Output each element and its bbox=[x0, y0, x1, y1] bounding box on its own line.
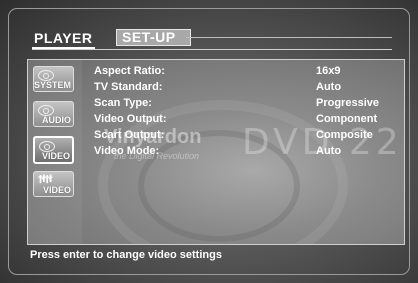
setting-row-scan-type[interactable]: Scan Type: Progressive bbox=[94, 97, 394, 112]
tab-underline bbox=[32, 49, 392, 50]
setting-row-scart-output[interactable]: Scart Output: Composite bbox=[94, 129, 394, 144]
screen: PLAYER SET-UP Vinyardon DVD 22 the Digit… bbox=[0, 0, 418, 283]
sidebar-item-system[interactable]: SYSTEM bbox=[33, 66, 74, 92]
sidebar-item-audio[interactable]: AUDIO bbox=[33, 101, 74, 127]
setting-label: TV Standard: bbox=[94, 81, 163, 93]
status-message: Press enter to change video settings bbox=[30, 249, 222, 261]
sidebar-item-label: AUDIO bbox=[42, 115, 71, 125]
setting-label: Video Mode: bbox=[94, 145, 160, 157]
sidebar-item-label: VIDEO bbox=[42, 185, 71, 195]
setting-label: Scan Type: bbox=[94, 97, 152, 109]
setting-value: Progressive bbox=[316, 97, 379, 109]
equalizer-icon: †ł†ł bbox=[38, 174, 52, 185]
category-sidebar: SYSTEM AUDIO VIDEO †ł†ł VIDEO bbox=[28, 60, 82, 244]
setting-row-video-mode[interactable]: Video Mode: Auto bbox=[94, 145, 394, 160]
sidebar-item-label: SYSTEM bbox=[33, 80, 71, 90]
tab-setup[interactable]: SET-UP bbox=[116, 29, 191, 46]
settings-panel: Vinyardon DVD 22 the Digital Revolution … bbox=[27, 59, 405, 245]
setting-label: Video Output: bbox=[94, 113, 167, 125]
setting-label: Aspect Ratio: bbox=[94, 65, 165, 77]
setting-value: Auto bbox=[316, 81, 342, 93]
setting-value: Composite bbox=[316, 129, 373, 141]
setting-row-tv-standard[interactable]: TV Standard: Auto bbox=[94, 81, 394, 96]
setting-value: 16x9 bbox=[316, 65, 341, 77]
setting-label: Scart Output: bbox=[94, 129, 165, 141]
sidebar-item-video-adjust[interactable]: †ł†ł VIDEO bbox=[33, 171, 74, 197]
setting-row-video-output[interactable]: Video Output: Component bbox=[94, 113, 394, 128]
sidebar-item-video[interactable]: VIDEO bbox=[33, 136, 74, 164]
setting-value: Auto bbox=[316, 145, 342, 157]
tab-player[interactable]: PLAYER bbox=[32, 30, 95, 49]
sidebar-item-label: VIDEO bbox=[41, 151, 70, 161]
setting-row-aspect-ratio[interactable]: Aspect Ratio: 16x9 bbox=[94, 65, 394, 80]
setting-value: Component bbox=[316, 113, 378, 125]
tab-divider bbox=[186, 37, 392, 38]
